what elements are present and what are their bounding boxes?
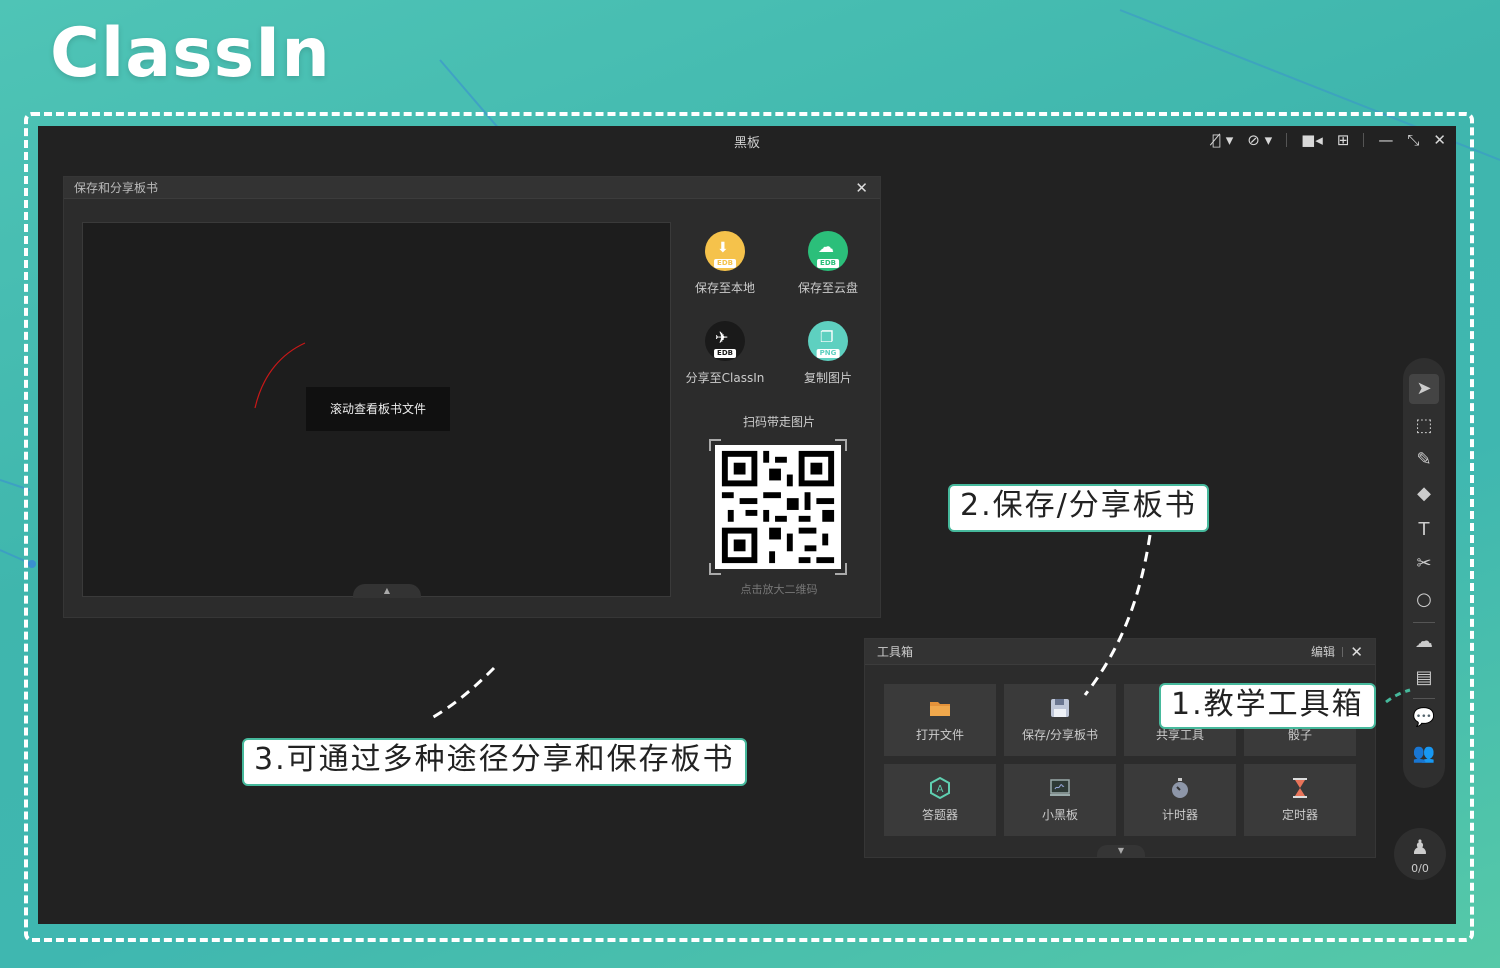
mute-all-camera-icon[interactable]: ⊘ ▾ [1247, 130, 1272, 150]
seat-count: 0/0 [1411, 862, 1429, 875]
toolbox-panel: 工具箱 编辑 ✕ 打开文件 保存/分享板书 共享工具 骰子 A 答题器 小黑板 [864, 638, 1376, 858]
save-cloud-button[interactable]: ☁ EDB 保存至云盘 [783, 231, 873, 296]
preview-expand-handle[interactable]: ▲ [353, 584, 421, 598]
window-controls: 🎙̸ ▾ ⊘ ▾ ■◂ ⊞ — ⤡ ✕ [1212, 130, 1446, 150]
cloud-save-icon: ☁ EDB [808, 231, 848, 271]
toolbox-collapse-handle[interactable]: ▼ [1097, 845, 1145, 857]
tool-mini-blackboard[interactable]: 小黑板 [1004, 764, 1116, 836]
stopwatch-icon [1172, 778, 1188, 798]
video-icon[interactable]: ■◂ [1301, 130, 1323, 150]
qr-pattern [716, 445, 840, 569]
copy-image-button[interactable]: ❐ PNG 复制图片 [783, 321, 873, 386]
scissors-icon[interactable]: ✂ [1412, 552, 1436, 576]
qr-code[interactable] [709, 439, 847, 575]
callout-save-share: 2.保存/分享板书 [948, 484, 1209, 532]
tool-hourglass[interactable]: 定时器 [1244, 764, 1356, 836]
blackboard-window: 黑板 🎙̸ ▾ ⊘ ▾ ■◂ ⊞ — ⤡ ✕ 保存和分享板书 ✕ 滚动查看板书文… [38, 126, 1456, 924]
users-icon[interactable]: 👥 [1412, 742, 1436, 766]
pen-icon[interactable]: ✎ [1412, 448, 1436, 472]
restore-icon[interactable]: ⤡ [1407, 130, 1419, 150]
text-icon[interactable]: T [1412, 518, 1436, 542]
dialog-title: 保存和分享板书 [74, 181, 159, 195]
classin-share-icon: ✈ EDB [705, 321, 745, 361]
qr-hint: 点击放大二维码 [740, 583, 818, 596]
eraser-icon[interactable]: ◆ [1412, 482, 1436, 506]
toolbox-close-icon[interactable]: ✕ [1350, 639, 1363, 665]
mini-blackboard-icon [1050, 779, 1070, 796]
minimize-icon[interactable]: — [1378, 130, 1393, 150]
seat-button[interactable]: ♟ 0/0 [1394, 828, 1446, 880]
close-icon[interactable]: ✕ [1433, 130, 1446, 150]
answer-icon: A [930, 776, 950, 800]
pointer-icon[interactable]: ➤ [1409, 374, 1439, 404]
save-share-dialog: 保存和分享板书 ✕ 滚动查看板书文件 ▲ ⬇ EDB 保存至本地 ☁ EDB 保… [63, 176, 881, 618]
chat-icon[interactable]: 💬 [1412, 706, 1436, 730]
toolbox-header: 工具箱 编辑 ✕ [865, 639, 1375, 665]
share-classin-button[interactable]: ✈ EDB 分享至ClassIn [680, 321, 770, 386]
tool-open-file[interactable]: 打开文件 [884, 684, 996, 756]
right-toolbar: ➤ ⬚ ✎ ◆ T ✂ ○ ☁ ▤ 💬 👥 [1403, 358, 1445, 788]
tool-answer[interactable]: A 答题器 [884, 764, 996, 836]
hourglass-icon [1293, 778, 1307, 798]
scroll-tooltip: 滚动查看板书文件 [306, 387, 450, 431]
dialog-header: 保存和分享板书 ✕ [64, 177, 880, 199]
save-local-icon: ⬇ EDB [705, 231, 745, 271]
mute-all-mic-icon[interactable]: 🎙̸ ▾ [1212, 130, 1233, 150]
callout-toolbox: 1.教学工具箱 [1159, 683, 1376, 729]
shape-icon[interactable]: ○ [1412, 588, 1436, 612]
tool-save-share[interactable]: 保存/分享板书 [1004, 684, 1116, 756]
grid-layout-icon[interactable]: ⊞ [1337, 130, 1350, 150]
qr-title: 扫码带走图片 [742, 415, 815, 429]
floppy-icon [1051, 699, 1069, 717]
person-icon: ♟ [1411, 835, 1429, 859]
toolbox-edit-button[interactable]: 编辑 [1311, 639, 1335, 665]
svg-text:A: A [937, 784, 944, 795]
toolbox-title: 工具箱 [877, 645, 914, 659]
folder-icon [930, 702, 950, 716]
classin-logo: ClassIn [50, 14, 331, 93]
tool-stopwatch[interactable]: 计时器 [1124, 764, 1236, 836]
cloud-icon[interactable]: ☁ [1412, 630, 1436, 654]
save-local-button[interactable]: ⬇ EDB 保存至本地 [680, 231, 770, 296]
copy-image-icon: ❐ PNG [808, 321, 848, 361]
callout-share-methods: 3.可通过多种途径分享和保存板书 [242, 738, 747, 786]
dialog-close-icon[interactable]: ✕ [855, 177, 868, 199]
toolbox-icon[interactable]: ▤ [1412, 666, 1436, 690]
blackboard-preview[interactable]: 滚动查看板书文件 ▲ [82, 222, 671, 598]
selection-icon[interactable]: ⬚ [1412, 414, 1436, 438]
